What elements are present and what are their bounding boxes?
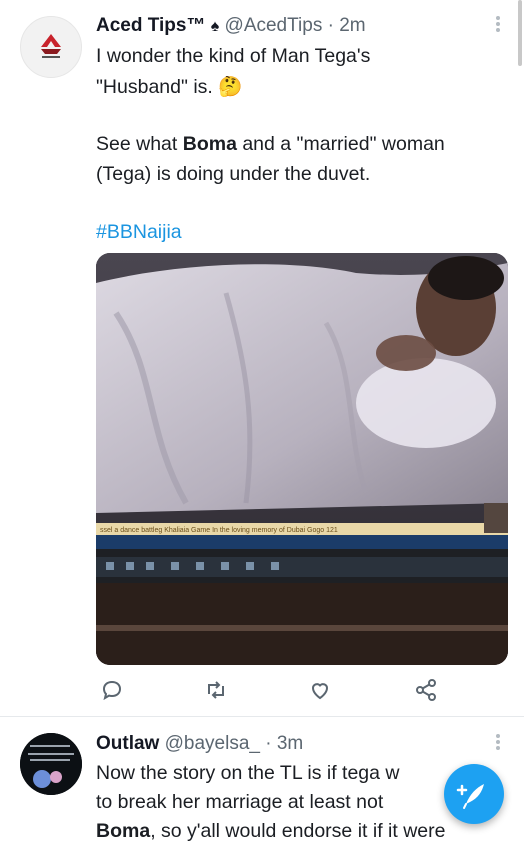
aced-tips-logo-icon [41,34,61,58]
tweet-media-image[interactable]: ssel a dance battleg Khaliaia Game In th… [96,253,508,665]
retweet-icon[interactable] [204,678,230,704]
spade-badge-icon: ♠ [210,18,220,35]
tweet-1-line-4: (Tega) is doing under the duvet. [96,163,371,185]
tweet-2-line-1: Now the story on the TL is if tega w [96,762,400,784]
share-icon[interactable] [414,678,440,704]
tweet-1-line-1: I wonder the kind of Man Tega's [96,45,371,67]
author-handle[interactable]: @AcedTips [225,15,323,36]
hashtag-link[interactable]: #BBNaijia [96,218,182,247]
tweet-2-line-2: to break her marriage at least not [96,791,384,813]
tweet-1-line-2: "Husband" is. 🤔 [96,76,243,98]
author-handle[interactable]: @bayelsa_ [165,733,260,754]
video-frame: ssel a dance battleg Khaliaia Game In th… [96,253,508,665]
tweet-2-header: Outlaw @bayelsa_ · 3m [96,732,303,756]
more-vertical-icon[interactable] [496,16,500,32]
tweet-2-line-3: Boma, so y'all would endorse it if it we… [96,820,446,842]
tweet-1-line-3: See what Boma and a "married" woman [96,133,445,155]
outlaw-avatar-image [20,733,82,795]
compose-tweet-icon [456,784,484,809]
tweet-divider [0,716,524,717]
broadcast-ticker: ssel a dance battleg Khaliaia Game In th… [100,527,338,534]
like-icon[interactable] [308,678,334,704]
compose-tweet-button[interactable] [444,764,504,824]
tweet-1-header: Aced Tips™ ♠ @AcedTips · 2m [96,14,366,39]
tweet-time: · 3m [265,733,304,754]
author-name[interactable]: Aced Tips™ [96,15,205,36]
author-name[interactable]: Outlaw [96,733,159,754]
aced-tips-avatar[interactable] [20,16,82,78]
reply-icon[interactable] [100,678,126,704]
tweet-time: · 2m [327,15,366,36]
outlaw-avatar[interactable] [20,733,82,795]
scrollbar[interactable] [518,0,522,66]
more-vertical-icon[interactable] [496,734,500,750]
tweet-actions [0,678,524,708]
